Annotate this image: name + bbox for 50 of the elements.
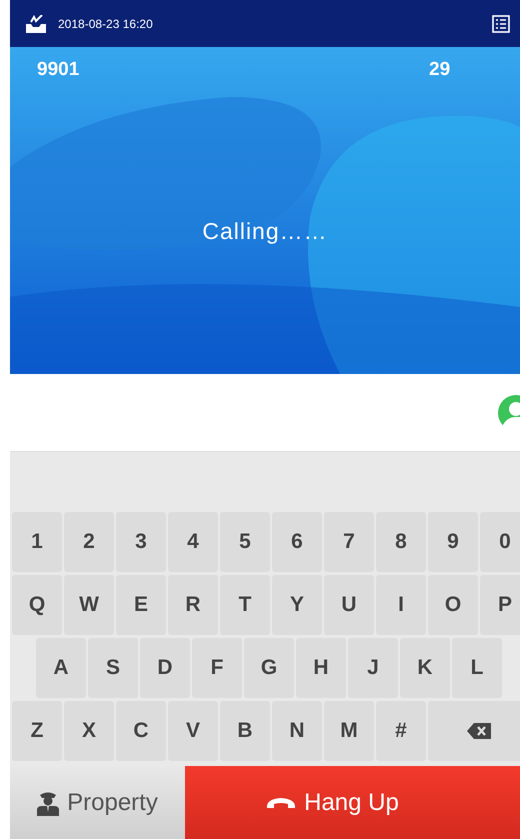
keyboard-key[interactable]: 8 (376, 512, 426, 572)
keyboard-key[interactable]: E (116, 575, 166, 635)
keyboard-key[interactable]: P (480, 575, 520, 635)
call-status: Calling…… (201, 218, 329, 245)
keyboard-key[interactable]: 1 (12, 512, 62, 572)
keyboard-key[interactable]: 3 (116, 512, 166, 572)
keyboard-key[interactable]: Z (12, 701, 62, 761)
call-count: 29 (429, 59, 450, 81)
keyboard-key[interactable]: 7 (324, 512, 374, 572)
keyboard-key[interactable]: I (376, 575, 426, 635)
keyboard-key[interactable]: N (272, 701, 322, 761)
keyboard-key[interactable]: X (64, 701, 114, 761)
avatar-icon (498, 394, 520, 430)
keyboard-key[interactable]: H (296, 638, 346, 698)
keyboard-key[interactable]: W (64, 575, 114, 635)
keyboard-key[interactable]: G (244, 638, 294, 698)
keyboard-key[interactable]: A (36, 638, 86, 698)
keyboard-key[interactable]: 9 (428, 512, 478, 572)
keyboard-key[interactable]: 6 (272, 512, 322, 572)
phone-icon (266, 796, 296, 808)
keyboard-key[interactable]: T (220, 575, 270, 635)
keyboard-key[interactable]: 4 (168, 512, 218, 572)
keyboard-key[interactable]: F (192, 638, 242, 698)
backspace-key[interactable] (428, 701, 520, 761)
list-icon[interactable] (492, 14, 510, 32)
caller-number: 9901 (37, 59, 80, 81)
property-button[interactable]: Property (10, 766, 185, 839)
date-time: 2018-08-23 16:20 (58, 16, 154, 30)
keyboard-key[interactable]: J (348, 638, 398, 698)
keyboard-key[interactable]: L (452, 638, 502, 698)
keyboard-key[interactable]: S (88, 638, 138, 698)
keyboard-key[interactable]: Q (12, 575, 62, 635)
hang-up-button[interactable]: Hang Up (185, 766, 520, 839)
inbox-icon (26, 14, 46, 32)
keyboard-key[interactable]: # (376, 701, 426, 761)
guard-icon (37, 790, 60, 816)
keyboard-key[interactable]: O (428, 575, 478, 635)
keyboard-key[interactable]: 5 (220, 512, 270, 572)
keyboard-key[interactable]: M (324, 701, 374, 761)
keyboard-key[interactable]: 0 (480, 512, 520, 572)
keyboard-key[interactable]: C (116, 701, 166, 761)
keyboard-key[interactable]: R (168, 575, 218, 635)
keyboard-key[interactable]: Y (272, 575, 322, 635)
keyboard-key[interactable]: V (168, 701, 218, 761)
keyboard-key[interactable]: U (324, 575, 374, 635)
backspace-icon (467, 723, 491, 739)
keyboard-key[interactable]: 2 (64, 512, 114, 572)
keyboard-key[interactable]: B (220, 701, 270, 761)
keyboard-key[interactable]: D (140, 638, 190, 698)
keyboard-key[interactable]: K (400, 638, 450, 698)
